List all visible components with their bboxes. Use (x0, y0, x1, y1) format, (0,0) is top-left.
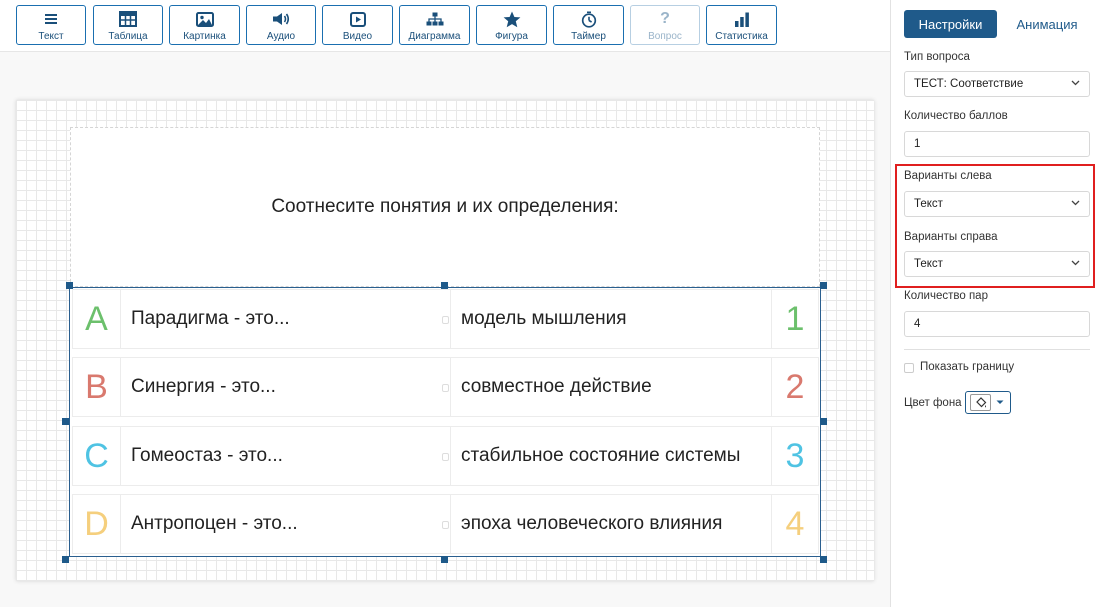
divider (120, 290, 121, 348)
left-option-text[interactable]: Гомеостаз - это... (131, 427, 283, 485)
question-tool-button[interactable]: ? Вопрос (630, 5, 700, 45)
pair-letter: A (85, 299, 108, 338)
stopwatch-icon (581, 10, 597, 28)
star-icon (503, 10, 521, 28)
right-option-text[interactable]: совместное действие (461, 358, 652, 416)
tool-label: Аудио (266, 31, 296, 42)
show-border-checkbox[interactable] (904, 363, 914, 373)
pair-letter: D (84, 504, 109, 543)
panel-divider (904, 349, 1090, 350)
question-text: Соотнесите понятия и их определения: (271, 196, 619, 217)
resize-handle-bottom-left[interactable] (62, 556, 69, 563)
pair-letter: B (85, 367, 108, 406)
speaker-icon (272, 10, 290, 28)
image-tool-button[interactable]: Картинка (169, 5, 240, 45)
question-text-block[interactable]: Соотнесите понятия и их определения: (70, 127, 820, 287)
tool-label: Картинка (183, 31, 226, 42)
pair-number: 1 (785, 299, 805, 338)
pairs-count-label: Количество пар (904, 290, 988, 302)
play-icon (349, 10, 366, 28)
show-border-label: Показать границу (920, 361, 1015, 373)
right-option-text[interactable]: модель мышления (461, 290, 627, 348)
resize-handle-top-middle[interactable] (441, 282, 448, 289)
drag-handle-icon[interactable] (442, 384, 449, 392)
statistics-tool-button[interactable]: Статистика (706, 5, 777, 45)
divider (450, 427, 451, 485)
divider (450, 290, 451, 348)
drag-handle-icon[interactable] (442, 521, 449, 529)
pair-row-a[interactable]: A Парадигма - это... модель мышления 1 (73, 290, 818, 348)
resize-handle-top-right[interactable] (820, 282, 827, 289)
divider (450, 358, 451, 416)
question-type-value: ТЕСТ: Соответствие (914, 78, 1024, 90)
tool-label: Видео (342, 31, 373, 42)
question-type-label: Тип вопроса (904, 51, 970, 63)
divider (120, 495, 121, 553)
bg-color-picker[interactable] (965, 391, 1011, 414)
bg-color-label: Цвет фона (904, 397, 962, 409)
divider (120, 358, 121, 416)
resize-handle-bottom-middle[interactable] (441, 556, 448, 563)
pair-number: 4 (785, 504, 805, 543)
insert-toolbar: Текст Таблица Картинка Аудио Видео Диагр… (0, 0, 890, 52)
points-value: 1 (914, 138, 921, 150)
pairs-count-value: 4 (914, 318, 921, 330)
resize-handle-bottom-right[interactable] (820, 556, 827, 563)
audio-tool-button[interactable]: Аудио (246, 5, 316, 45)
settings-panel: Настройки Анимация Тип вопроса ТЕСТ: Соо… (890, 0, 1100, 607)
pair-row-b[interactable]: B Синергия - это... совместное действие … (73, 358, 818, 416)
video-tool-button[interactable]: Видео (322, 5, 393, 45)
color-swatch (970, 394, 991, 411)
divider (450, 495, 451, 553)
tool-label: Таблица (108, 31, 148, 42)
drag-handle-icon[interactable] (442, 316, 449, 324)
tool-label: Статистика (715, 31, 768, 42)
caret-down-icon (996, 400, 1004, 404)
matching-block[interactable]: A Парадигма - это... модель мышления 1 B… (69, 287, 821, 557)
tool-label: Вопрос (648, 31, 682, 42)
shape-tool-button[interactable]: Фигура (476, 5, 547, 45)
tab-settings[interactable]: Настройки (904, 10, 997, 38)
points-label: Количество баллов (904, 110, 1008, 122)
divider (120, 427, 121, 485)
timer-tool-button[interactable]: Таймер (553, 5, 624, 45)
diagram-tool-button[interactable]: Диаграмма (399, 5, 470, 45)
tool-label: Таймер (571, 31, 606, 42)
left-option-text[interactable]: Синергия - это... (131, 358, 276, 416)
highlight-box (895, 164, 1095, 288)
pair-row-d[interactable]: D Антропоцен - это... эпоха человеческог… (73, 495, 818, 553)
drag-handle-icon[interactable] (442, 453, 449, 461)
text-lines-icon (44, 10, 58, 28)
left-option-text[interactable]: Парадигма - это... (131, 290, 290, 348)
question-type-select[interactable]: ТЕСТ: Соответствие (904, 71, 1090, 97)
resize-handle-middle-left[interactable] (62, 418, 69, 425)
left-option-text[interactable]: Антропоцен - это... (131, 495, 298, 553)
table-tool-button[interactable]: Таблица (93, 5, 163, 45)
tab-animation[interactable]: Анимация (1007, 10, 1087, 38)
right-option-text[interactable]: эпоха человеческого влияния (461, 495, 722, 553)
pair-letter: C (84, 436, 109, 475)
question-icon: ? (660, 10, 670, 27)
bar-chart-icon (734, 10, 750, 28)
pair-number: 2 (785, 367, 805, 406)
points-input[interactable]: 1 (904, 131, 1090, 157)
resize-handle-middle-right[interactable] (820, 418, 827, 425)
tool-label: Фигура (495, 31, 528, 42)
pairs-count-input[interactable]: 4 (904, 311, 1090, 337)
pair-number: 3 (785, 436, 805, 475)
tool-label: Диаграмма (408, 31, 461, 42)
paint-bucket-icon (975, 396, 986, 407)
resize-handle-top-left[interactable] (66, 282, 73, 289)
tool-label: Текст (38, 31, 64, 42)
table-icon (119, 10, 137, 28)
pair-row-c[interactable]: C Гомеостаз - это... стабильное состояни… (73, 427, 818, 485)
hierarchy-icon (426, 10, 444, 28)
chevron-down-icon (1071, 80, 1080, 86)
right-option-text[interactable]: стабильное состояние системы (461, 427, 740, 485)
image-icon (195, 10, 214, 28)
text-tool-button[interactable]: Текст (16, 5, 86, 45)
